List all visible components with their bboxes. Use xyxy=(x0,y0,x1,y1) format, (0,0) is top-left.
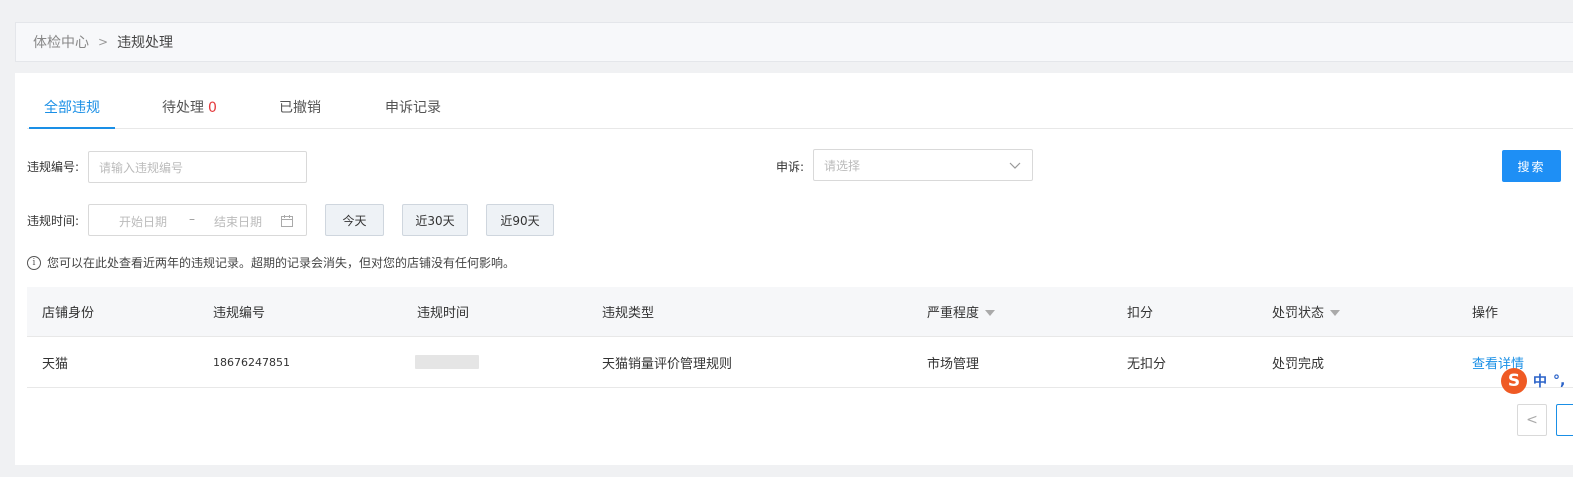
quick-today-button[interactable]: 今天 xyxy=(325,204,384,236)
breadcrumb: 体检中心 > 违规处理 xyxy=(15,22,1573,62)
filter-icon[interactable] xyxy=(985,309,996,316)
cell-violation-time xyxy=(415,337,479,387)
end-date-placeholder[interactable]: 结束日期 xyxy=(214,213,262,230)
tab-label: 待处理 xyxy=(162,100,204,116)
cell-shop-identity: 天猫 xyxy=(42,356,69,372)
info-icon: i xyxy=(27,255,41,270)
sogou-logo-icon[interactable]: S xyxy=(1501,368,1527,394)
pagination-prev-button[interactable]: < xyxy=(1517,404,1547,436)
tab-revoked[interactable]: 已撤销 xyxy=(279,97,321,129)
violation-time-label: 违规时间: xyxy=(27,214,80,228)
header-violation-time: 违规时间 xyxy=(417,306,470,321)
header-deduction: 扣分 xyxy=(1127,306,1154,321)
calendar-icon xyxy=(281,215,293,227)
date-range-picker[interactable]: 开始日期 – 结束日期 xyxy=(88,204,307,236)
cell-status: 处罚完成 xyxy=(1272,356,1325,372)
start-date-placeholder[interactable]: 开始日期 xyxy=(119,213,167,230)
tab-label: 全部违规 xyxy=(44,100,100,116)
header-shop-identity: 店铺身份 xyxy=(42,306,95,321)
tab-label: 已撤销 xyxy=(279,100,321,116)
notice-text: 您可以在此处查看近两年的违规记录。超期的记录会消失，但对您的店铺没有任何影响。 xyxy=(47,256,516,270)
appeal-select[interactable]: 请选择 xyxy=(813,149,1033,181)
cell-violation-no: 18676247851 xyxy=(213,355,290,369)
cell-deduction: 无扣分 xyxy=(1127,356,1167,372)
violation-no-label: 违规编号: xyxy=(27,160,80,174)
violation-no-placeholder: 请输入违规编号 xyxy=(99,160,184,175)
header-status-label: 处罚状态 xyxy=(1272,306,1325,321)
ime-chinese-mode[interactable]: 中 xyxy=(1533,371,1547,391)
cell-severity: 市场管理 xyxy=(927,356,980,372)
appeal-select-placeholder: 请选择 xyxy=(824,158,861,173)
tab-pending[interactable]: 待处理 0 xyxy=(162,97,217,129)
table-row: 天猫 18676247851 天猫销量评价管理规则 市场管理 无扣分 处罚完成 … xyxy=(27,337,1573,388)
header-severity[interactable]: 严重程度 xyxy=(927,287,996,336)
pagination-next-button[interactable] xyxy=(1556,404,1573,436)
cell-violation-type: 天猫销量评价管理规则 xyxy=(602,356,733,372)
quick-90-days-button[interactable]: 近90天 xyxy=(486,204,554,236)
filter-icon[interactable] xyxy=(1330,309,1341,316)
range-separator: – xyxy=(189,212,195,226)
header-status[interactable]: 处罚状态 xyxy=(1272,287,1341,336)
breadcrumb-separator: > xyxy=(98,35,109,49)
ime-toolbar[interactable]: S 中 °, xyxy=(1501,368,1565,394)
breadcrumb-current: 违规处理 xyxy=(117,35,174,51)
appeal-label: 申诉: xyxy=(776,160,805,174)
notice-banner: i 您可以在此处查看近两年的违规记录。超期的记录会消失，但对您的店铺没有任何影响… xyxy=(27,254,515,271)
tab-bar: 全部违规 待处理 0 已撤销 申诉记录 xyxy=(27,73,1573,129)
tab-all-violations[interactable]: 全部违规 xyxy=(29,97,115,129)
header-violation-no: 违规编号 xyxy=(213,306,266,321)
header-severity-label: 严重程度 xyxy=(927,306,980,321)
ime-punctuation-mode[interactable]: °, xyxy=(1553,373,1565,389)
chevron-down-icon xyxy=(1009,162,1021,169)
page: 体检中心 > 违规处理 全部违规 待处理 0 已撤销 申诉记录 违规编号: 请输入… xyxy=(0,0,1573,477)
table-header: 店铺身份 违规编号 违规时间 违规类型 严重程度 扣分 处罚状态 操作 xyxy=(27,287,1573,337)
breadcrumb-root[interactable]: 体检中心 xyxy=(33,32,89,52)
tab-appeal-records[interactable]: 申诉记录 xyxy=(385,97,441,129)
redacted-time-placeholder xyxy=(415,355,479,369)
main-card: 全部违规 待处理 0 已撤销 申诉记录 违规编号: 请输入违规编号 申诉: 请选择… xyxy=(15,73,1573,465)
violation-no-input[interactable]: 请输入违规编号 xyxy=(88,151,307,183)
header-violation-type: 违规类型 xyxy=(602,306,655,321)
header-action: 操作 xyxy=(1472,306,1499,321)
pending-count-badge: 0 xyxy=(208,100,217,116)
quick-30-days-button[interactable]: 近30天 xyxy=(402,204,468,236)
tab-label: 申诉记录 xyxy=(385,100,441,116)
violations-table: 店铺身份 违规编号 违规时间 违规类型 严重程度 扣分 处罚状态 操作 天猫 1… xyxy=(27,287,1573,388)
search-button[interactable]: 搜索 xyxy=(1502,150,1561,182)
